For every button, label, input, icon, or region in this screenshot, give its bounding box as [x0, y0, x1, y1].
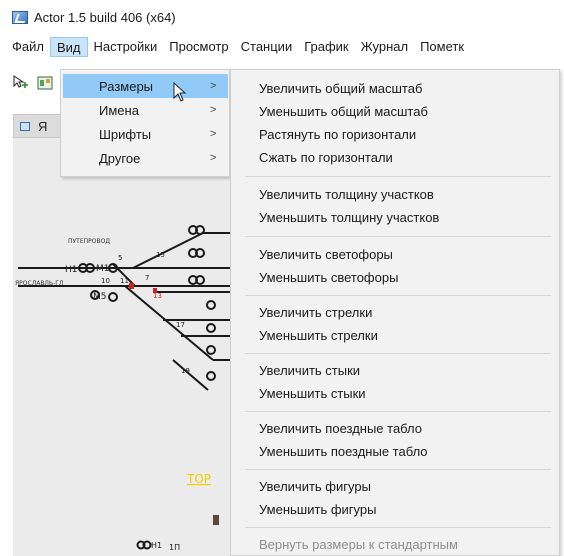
track-number: 19	[181, 367, 190, 375]
overpass-label: ПУТЕПРОВОД	[68, 238, 110, 245]
signal-icon	[206, 323, 216, 333]
diagram-view-icon[interactable]	[37, 75, 53, 91]
signal-icon	[206, 371, 216, 381]
menu-item-stretch-horizontal[interactable]: Растянуть по горизонтали	[259, 124, 416, 146]
track-number: 5	[118, 254, 122, 262]
menu-item-zoom-in[interactable]: Увеличить общий масштаб	[259, 78, 422, 100]
title-bar: Actor 1.5 build 406 (x64)	[0, 0, 564, 34]
menu-item-increase-signals[interactable]: Увеличить светофоры	[259, 244, 393, 266]
menu-bar: Файл Вид Настройки Просмотр Станции Граф…	[0, 36, 564, 58]
submenu-arrow-icon: >	[210, 104, 217, 116]
menu-settings[interactable]: Настройки	[88, 37, 164, 57]
window-title: Actor 1.5 build 406 (x64)	[34, 9, 176, 25]
submenu-arrow-icon: >	[210, 128, 217, 140]
menu-separator	[245, 469, 551, 470]
menu-file[interactable]: Файл	[6, 37, 50, 57]
view-menu-other[interactable]: Другое >	[63, 146, 228, 170]
signal-label: Н1	[151, 541, 162, 550]
menu-item-zoom-out[interactable]: Уменьшить общий масштаб	[259, 101, 428, 123]
menu-item-increase-figures[interactable]: Увеличить фигуры	[259, 476, 371, 498]
menu-item-increase-joints[interactable]: Увеличить стыки	[259, 360, 360, 382]
document-tab-label: Я	[38, 118, 48, 134]
menu-stations[interactable]: Станции	[235, 37, 299, 57]
menu-item-decrease-joints[interactable]: Уменьшить стыки	[259, 383, 366, 405]
menu-item-increase-switches[interactable]: Увеличить стрелки	[259, 302, 372, 324]
menu-item-decrease-switches[interactable]: Уменьшить стрелки	[259, 325, 378, 347]
track-line	[132, 232, 204, 269]
menu-separator	[245, 411, 551, 412]
app-icon	[12, 10, 28, 24]
menu-preview[interactable]: Просмотр	[163, 37, 234, 57]
signal-label: М1	[96, 264, 110, 274]
track-number: 11	[120, 277, 129, 285]
signal-label: М5	[93, 292, 107, 302]
menu-item-label: Шрифты	[99, 126, 152, 142]
track-number: 7	[145, 274, 149, 282]
menu-item-label: Размеры	[99, 78, 154, 94]
track-number: 1П	[169, 543, 180, 552]
menu-item-reset-sizes[interactable]: Вернуть размеры к стандартным	[259, 534, 458, 556]
switch-mark	[129, 283, 134, 289]
view-menu: Размеры > Имена > Шрифты > Другое >	[60, 69, 230, 177]
menu-view[interactable]: Вид	[49, 37, 88, 57]
track-number: 10	[101, 277, 110, 285]
track-line	[172, 359, 209, 391]
menu-item-decrease-figures[interactable]: Уменьшить фигуры	[259, 499, 376, 521]
station-label: ТОР	[186, 472, 211, 486]
menu-separator	[245, 527, 551, 528]
menu-separator	[245, 236, 551, 237]
menu-separator	[245, 353, 551, 354]
pointer-move-icon[interactable]	[12, 75, 28, 91]
signal-label: Н1	[65, 265, 78, 275]
station-yaroslavl-label: ЯРОСЛАВЛЬ-ГЛ	[15, 280, 63, 287]
menu-item-decrease-train-boards[interactable]: Уменьшить поездные табло	[259, 441, 428, 463]
mouse-cursor-icon	[173, 82, 187, 102]
submenu-arrow-icon: >	[210, 80, 217, 92]
menu-item-increase-track-width[interactable]: Увеличить толщину участков	[259, 184, 434, 206]
track-line	[124, 285, 214, 361]
view-menu-sizes[interactable]: Размеры >	[63, 74, 228, 98]
menu-separator	[245, 295, 551, 296]
sizes-menu: Увеличить общий масштаб Уменьшить общий …	[230, 69, 560, 556]
diagram-object	[213, 515, 219, 525]
track-number: 13	[153, 292, 162, 300]
menu-item-decrease-signals[interactable]: Уменьшить светофоры	[259, 267, 398, 289]
station-diagram[interactable]: ПУТЕПРОВОД ЯРОСЛАВЛЬ-ГЛ Н1 М1 М5 10 11 5…	[13, 200, 263, 556]
menu-marks[interactable]: Пометк	[414, 37, 470, 57]
signal-icon	[206, 300, 216, 310]
menu-separator	[245, 176, 551, 177]
view-menu-fonts[interactable]: Шрифты >	[63, 122, 228, 146]
signal-icon	[108, 292, 118, 302]
menu-item-label: Другое	[99, 150, 141, 166]
track-number: 15	[156, 251, 165, 259]
menu-item-decrease-track-width[interactable]: Уменьшить толщину участков	[259, 207, 439, 229]
track-number: 17	[176, 321, 185, 329]
document-icon	[20, 121, 30, 131]
menu-journal[interactable]: Журнал	[355, 37, 414, 57]
view-menu-names[interactable]: Имена >	[63, 98, 228, 122]
menu-item-increase-train-boards[interactable]: Увеличить поездные табло	[259, 418, 422, 440]
signal-icon	[206, 345, 216, 355]
menu-item-label: Имена	[99, 102, 139, 118]
menu-item-compress-horizontal[interactable]: Сжать по горизонтали	[259, 147, 393, 169]
submenu-arrow-icon: >	[210, 152, 217, 164]
menu-schedule[interactable]: График	[298, 37, 354, 57]
